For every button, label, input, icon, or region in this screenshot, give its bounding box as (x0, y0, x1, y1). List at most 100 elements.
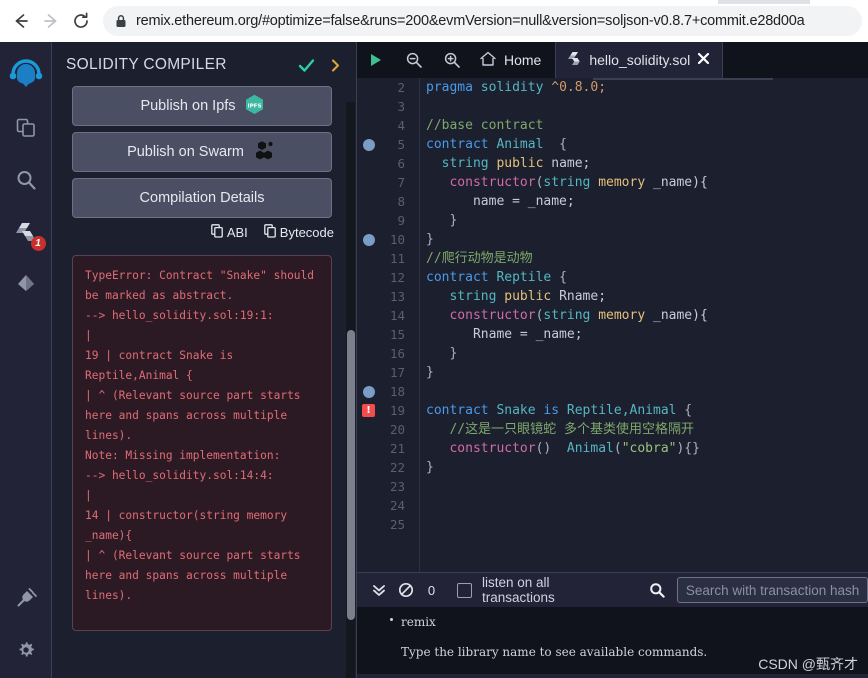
gutter-row[interactable]: 12 (357, 268, 419, 287)
editor-gutter[interactable]: 2 3 4 5 6 7 8 9 10 11 12 13 14 15 16 17 18! 19 20 21 22 23 24 2… (357, 78, 419, 572)
code-line[interactable] (426, 496, 868, 515)
code-line[interactable]: string public Rname; (426, 287, 868, 306)
code-line[interactable]: string public name; (426, 154, 868, 173)
browser-forward-button[interactable] (36, 6, 66, 36)
code-token: constructor (449, 175, 536, 190)
code-line[interactable]: constructor(string memory _name){ (426, 306, 868, 325)
solidity-icon (568, 51, 582, 70)
code-line[interactable]: name = _name; (426, 192, 868, 211)
editor-code[interactable]: pragma solidity ^0.8.0; //base contract c… (419, 78, 868, 572)
code-line[interactable]: } (426, 211, 868, 230)
copy-bytecode-link[interactable]: Bytecode (263, 224, 334, 241)
browser-back-button[interactable] (6, 6, 36, 36)
gutter-row[interactable]: 7 (357, 173, 419, 192)
gutter-row[interactable]: 9 (357, 211, 419, 230)
code-line[interactable]: pragma solidity ^0.8.0; (426, 78, 868, 97)
gutter-row[interactable]: 25 (357, 515, 419, 534)
gutter-row[interactable]: 11 (357, 249, 419, 268)
panel-scrollbar[interactable] (346, 42, 355, 678)
zoom-out-icon (406, 52, 422, 68)
gutter-row[interactable]: 20 (357, 420, 419, 439)
gutter-row[interactable]: 21 (357, 439, 419, 458)
line-number: 7 (397, 175, 405, 190)
terminal-collapse-button[interactable] (365, 573, 392, 607)
code-line[interactable] (426, 477, 868, 496)
search-icon[interactable] (649, 582, 665, 598)
transaction-search-input[interactable] (676, 577, 868, 603)
code-line[interactable]: //base contract (426, 116, 868, 135)
gutter-row[interactable]: 24 (357, 496, 419, 515)
sidebar-item-plugin-manager[interactable] (4, 576, 48, 620)
code-line[interactable] (426, 382, 868, 401)
gutter-row[interactable]: 22 (357, 458, 419, 477)
sidebar-item-file-explorer[interactable] (4, 106, 48, 150)
code-token: constructor (449, 441, 536, 456)
remix-logo-icon[interactable] (4, 54, 48, 98)
code-line[interactable]: } (426, 230, 868, 249)
run-script-button[interactable] (357, 42, 395, 78)
file-tab-hello-solidity[interactable]: hello_solidity.sol (555, 42, 724, 78)
editor-column: Home hello_solidity.sol 2 3 4 5 6 7 8 9 … (356, 42, 868, 678)
gutter-row[interactable]: 17 (357, 363, 419, 382)
gutter-row[interactable]: ! 19 (357, 401, 419, 420)
publish-on-swarm-label: Publish on Swarm (127, 144, 244, 160)
code-line[interactable]: constructor(string memory _name){ (426, 173, 868, 192)
gutter-row[interactable]: 18 (357, 382, 419, 401)
gutter-row[interactable]: 15 (357, 325, 419, 344)
browser-reload-button[interactable] (66, 6, 96, 36)
zoom-in-button[interactable] (433, 42, 471, 78)
publish-on-ipfs-button[interactable]: Publish on Ipfs IPFS (72, 86, 332, 126)
code-line[interactable]: contract Reptile { (426, 268, 868, 287)
code-token: Reptile,Animal (566, 403, 677, 418)
zoom-out-button[interactable] (395, 42, 433, 78)
gutter-row[interactable]: 3 (357, 97, 419, 116)
breakpoint-dot-icon[interactable] (363, 233, 375, 246)
sidebar-item-deploy-run[interactable] (4, 262, 48, 306)
code-line[interactable]: } (426, 363, 868, 382)
breakpoint-dot-icon[interactable] (363, 385, 375, 398)
compilation-details-button[interactable]: Compilation Details (72, 178, 332, 218)
gutter-row[interactable]: 8 (357, 192, 419, 211)
code-line[interactable] (426, 97, 868, 116)
sidebar-item-solidity-compiler[interactable]: 1 (4, 210, 48, 254)
code-line[interactable]: contract Animal { (426, 135, 868, 154)
gutter-row[interactable]: 2 (357, 78, 419, 97)
panel-body: Publish on Ipfs IPFS Publish on Swarm Co… (52, 86, 356, 631)
code-token: name = _name; (426, 194, 575, 209)
publish-on-swarm-button[interactable]: Publish on Swarm (72, 132, 332, 172)
panel-scrollbar-thumb[interactable] (347, 330, 355, 620)
code-line[interactable] (426, 515, 868, 534)
gutter-row[interactable]: 5 (357, 135, 419, 154)
sidebar-item-settings[interactable] (4, 628, 48, 672)
error-marker-icon[interactable]: ! (362, 404, 375, 417)
code-editor[interactable]: 2 3 4 5 6 7 8 9 10 11 12 13 14 15 16 17 18! 19 20 21 22 23 24 2… (357, 78, 868, 572)
gutter-row[interactable]: 6 (357, 154, 419, 173)
gutter-row[interactable]: 13 (357, 287, 419, 306)
gutter-row[interactable]: 4 (357, 116, 419, 135)
code-token: Animal (496, 137, 544, 152)
home-tab[interactable]: Home (471, 42, 555, 78)
code-line[interactable]: } (426, 344, 868, 363)
terminal-output[interactable]: remix Type the library name to see avail… (357, 607, 868, 678)
code-line[interactable]: contract Snake is Reptile,Animal { (426, 401, 868, 420)
code-line[interactable]: constructor() Animal("cobra"){} (426, 439, 868, 458)
gutter-row[interactable]: 23 (357, 477, 419, 496)
close-icon[interactable] (697, 52, 710, 68)
copy-abi-link[interactable]: ABI (210, 224, 248, 241)
address-bar[interactable]: remix.ethereum.org/#optimize=false&runs=… (103, 6, 862, 36)
code-line[interactable]: //爬行动物是动物 (426, 249, 868, 268)
breakpoint-dot-icon[interactable] (363, 138, 375, 151)
double-chevron-down-icon (372, 585, 385, 596)
chevron-right-icon[interactable] (329, 58, 342, 73)
code-line[interactable]: Rname = _name; (426, 325, 868, 344)
gutter-row[interactable]: 10 (357, 230, 419, 249)
terminal-clear-button[interactable] (392, 573, 419, 607)
code-token: _name){ (653, 308, 708, 323)
line-number: 25 (389, 517, 405, 532)
gutter-row[interactable]: 14 (357, 306, 419, 325)
code-line[interactable]: } (426, 458, 868, 477)
sidebar-item-search[interactable] (4, 158, 48, 202)
listen-on-all-transactions-checkbox[interactable] (457, 582, 472, 598)
gutter-row[interactable]: 16 (357, 344, 419, 363)
code-line[interactable]: //这是一只眼镜蛇 多个基类使用空格隔开 (426, 420, 868, 439)
